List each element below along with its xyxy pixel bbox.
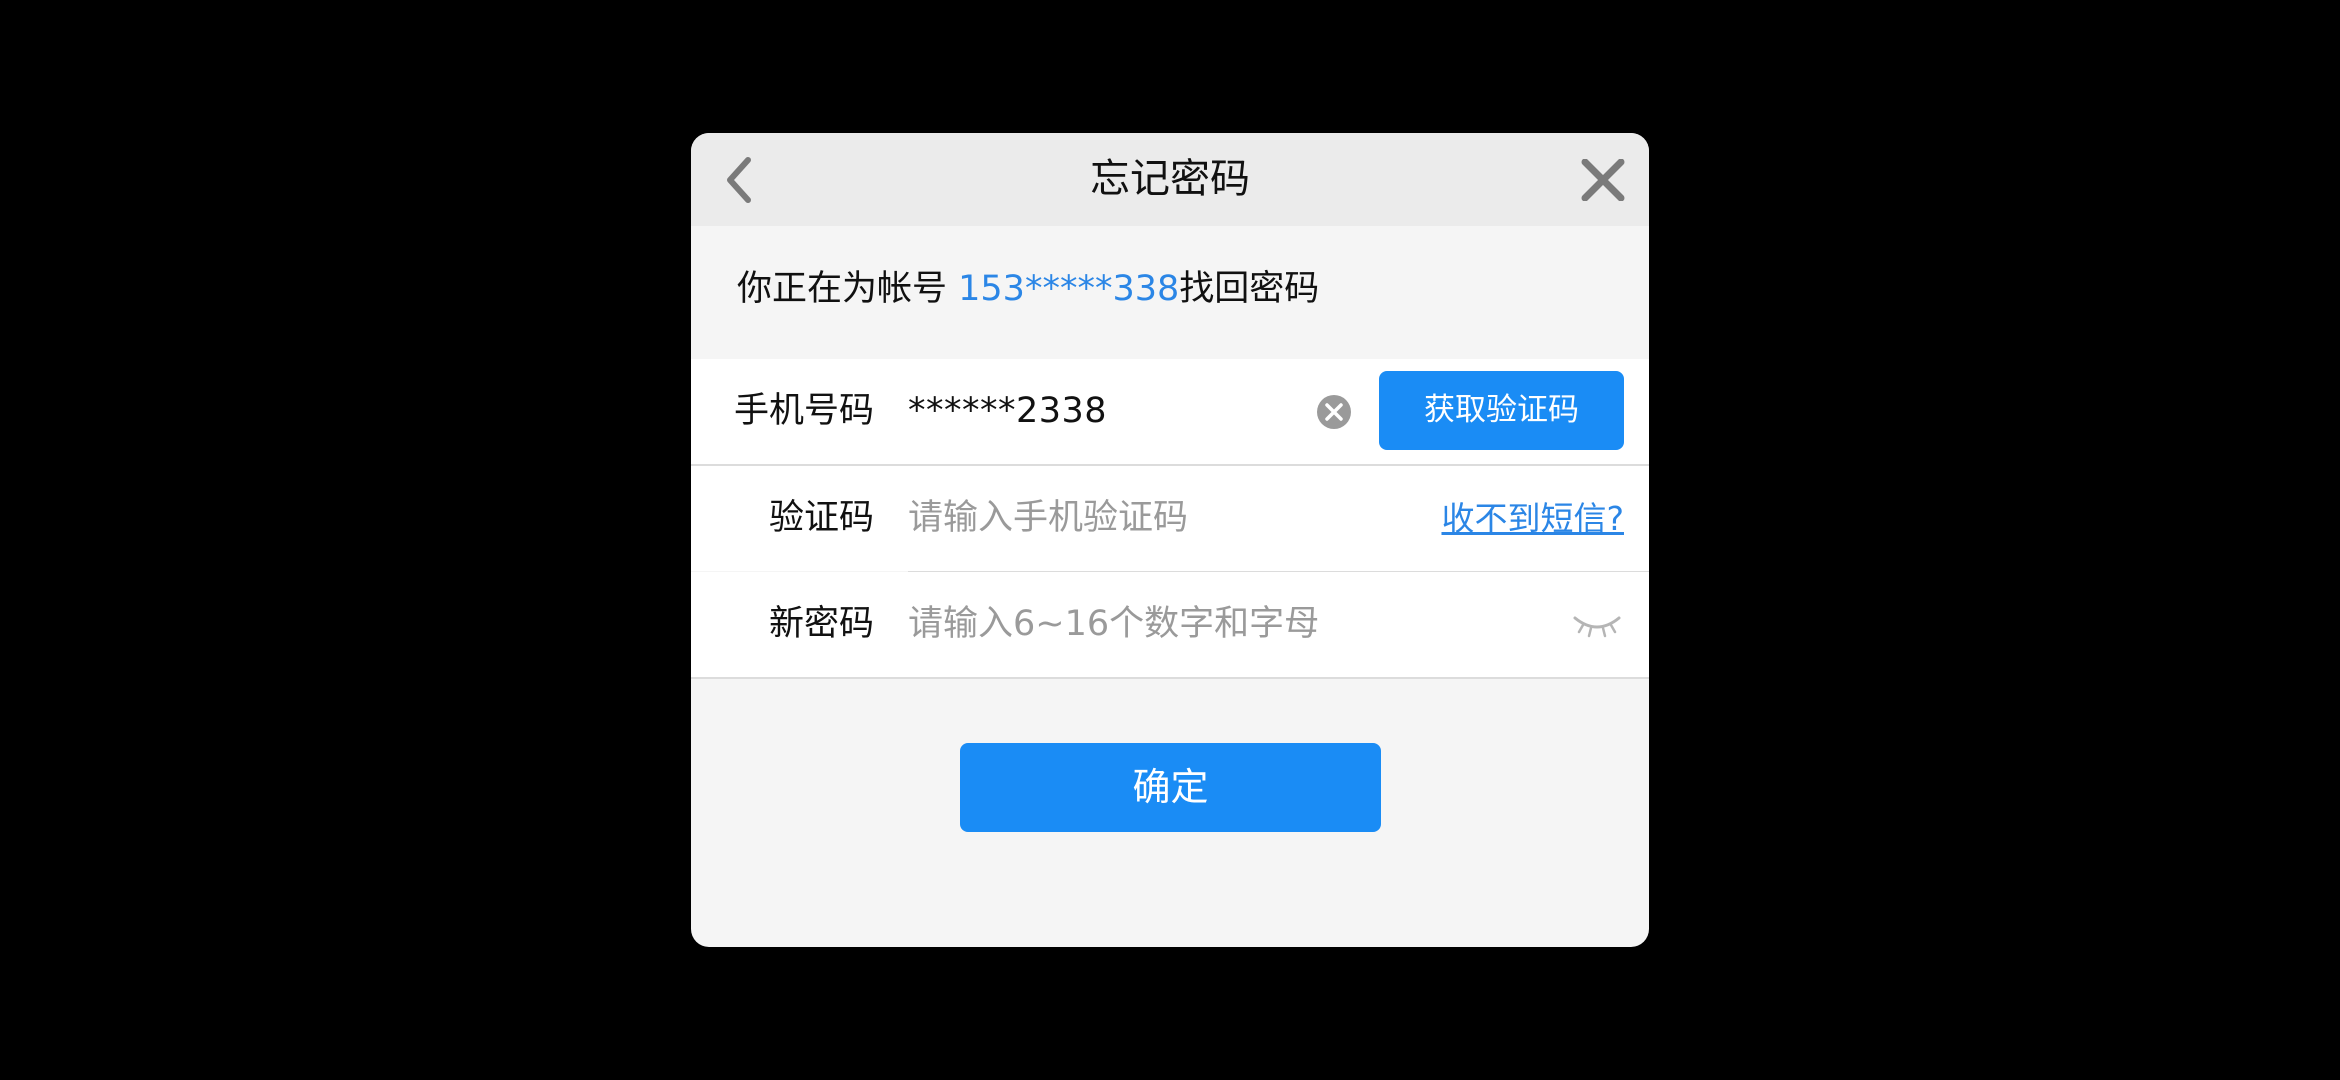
get-code-button[interactable]: 获取验证码 (1379, 371, 1624, 450)
code-label: 验证码 (768, 498, 874, 538)
phone-row: 手机号码 ******2338 获取验证码 (691, 359, 1649, 464)
account-prefix: 你正在为帐号 (737, 269, 959, 309)
divider (691, 677, 1649, 679)
code-row: 验证码 请输入手机验证码 收不到短信? (691, 466, 1649, 571)
phone-label: 手机号码 (733, 391, 874, 431)
confirm-button[interactable]: 确定 (960, 743, 1381, 832)
account-suffix: 找回密码 (1179, 269, 1320, 309)
close-icon (1581, 159, 1625, 201)
account-info: 你正在为帐号 153*****338找回密码 (737, 226, 1319, 352)
dialog-title: 忘记密码 (1090, 156, 1250, 202)
clear-circle-icon[interactable] (1316, 394, 1352, 430)
close-button[interactable] (1575, 153, 1631, 207)
code-input[interactable]: 请输入手机验证码 (908, 466, 1188, 571)
no-sms-link[interactable]: 收不到短信? (1441, 466, 1624, 571)
phone-field[interactable]: ******2338 (908, 359, 1107, 464)
password-label: 新密码 (768, 604, 874, 644)
eye-closed-icon[interactable] (1571, 610, 1623, 640)
forgot-password-dialog: 忘记密码 你正在为帐号 153*****338找回密码 手机号码 ******2… (691, 133, 1649, 947)
new-password-input[interactable]: 请输入6~16个数字和字母 (908, 572, 1319, 677)
masked-account: 153*****338 (958, 269, 1180, 309)
dialog-titlebar: 忘记密码 (691, 133, 1649, 226)
password-row: 新密码 请输入6~16个数字和字母 (691, 572, 1649, 677)
